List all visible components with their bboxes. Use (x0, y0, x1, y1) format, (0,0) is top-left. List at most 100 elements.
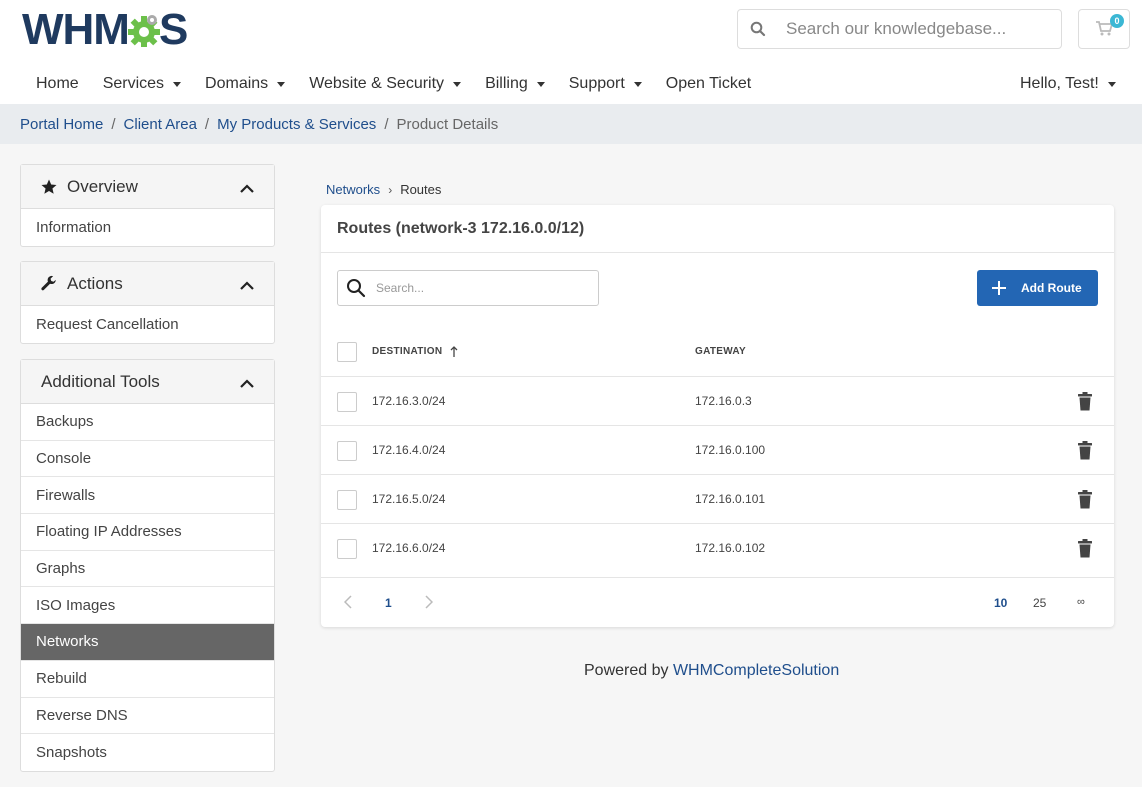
trash-icon[interactable] (1077, 539, 1093, 561)
routes-card: Routes (network-3 172.16.0.0/12) Add Rou… (321, 205, 1114, 627)
overview-panel-header[interactable]: Overview (21, 165, 274, 209)
sidebar-item-networks[interactable]: Networks (21, 624, 274, 661)
breadcrumb: Portal Home / Client Area / My Products … (20, 104, 498, 144)
chevron-up-icon[interactable] (240, 276, 254, 296)
sort-ascending-icon[interactable] (450, 346, 458, 357)
breadcrumb-separator: / (384, 115, 389, 133)
plus-icon (991, 280, 1007, 296)
user-greeting: Hello, Test! (1020, 75, 1099, 92)
row-checkbox[interactable] (337, 539, 357, 559)
caret-down-icon (173, 81, 182, 87)
chevron-left-icon[interactable] (343, 595, 352, 612)
sidebar-item-floating-ips[interactable]: Floating IP Addresses (21, 514, 274, 551)
knowledgebase-search (737, 9, 1062, 49)
logo-text-left: WHM (22, 5, 130, 54)
row-gateway: 172.16.0.100 (695, 443, 766, 457)
chevron-right-icon[interactable] (425, 595, 434, 612)
wrench-icon (39, 274, 59, 294)
breadcrumb-current: Product Details (396, 115, 499, 133)
row-destination: 172.16.5.0/24 (372, 492, 446, 506)
chevron-up-icon[interactable] (240, 374, 254, 394)
column-label: GATEWAY (695, 346, 746, 357)
row-checkbox[interactable] (337, 392, 357, 412)
table-row: 172.16.4.0/24 172.16.0.100 (321, 426, 1114, 475)
sidebar-item-request-cancellation[interactable]: Request Cancellation (21, 306, 274, 343)
actions-panel-header[interactable]: Actions (21, 262, 274, 306)
row-checkbox[interactable] (337, 441, 357, 461)
page-size-all[interactable]: ∞ (1077, 596, 1085, 608)
sidebar-item-firewalls[interactable]: Firewalls (21, 477, 274, 515)
sidebar-item-snapshots[interactable]: Snapshots (21, 734, 274, 771)
column-gateway[interactable]: GATEWAY (695, 346, 746, 357)
nav-domains[interactable]: Domains (193, 66, 297, 102)
user-menu[interactable]: Hello, Test! (1010, 66, 1126, 102)
sidebar-item-console[interactable]: Console (21, 441, 274, 478)
row-destination: 172.16.6.0/24 (372, 541, 446, 555)
sidebar-item-information[interactable]: Information (21, 209, 274, 246)
page-number-current[interactable]: 1 (385, 596, 392, 610)
trash-icon[interactable] (1077, 392, 1093, 414)
trash-icon[interactable] (1077, 441, 1093, 463)
cart-count-badge: 0 (1110, 14, 1124, 28)
nav-services[interactable]: Services (91, 66, 193, 102)
sidebar-item-graphs[interactable]: Graphs (21, 551, 274, 588)
column-destination[interactable]: DESTINATION (372, 346, 458, 357)
subcrumb-networks-link[interactable]: Networks (326, 182, 380, 197)
sidebar-item-reverse-dns[interactable]: Reverse DNS (21, 698, 274, 735)
breadcrumb-my-products[interactable]: My Products & Services (217, 116, 376, 133)
row-gateway: 172.16.0.3 (695, 394, 752, 408)
sidebar-item-iso-images[interactable]: ISO Images (21, 587, 274, 625)
nav-home[interactable]: Home (24, 66, 91, 102)
nav-label: Home (36, 75, 79, 92)
nav-label: Domains (205, 75, 269, 92)
nav-label: Billing (485, 75, 528, 92)
star-icon (39, 177, 59, 197)
breadcrumb-client-area[interactable]: Client Area (124, 116, 197, 133)
cart-button[interactable]: 0 (1078, 9, 1130, 49)
subcrumb-current: Routes (400, 182, 442, 197)
table-row: 172.16.5.0/24 172.16.0.101 (321, 475, 1114, 524)
gear-logo-icon (127, 13, 161, 48)
sidebar-item-backups[interactable]: Backups (21, 404, 274, 441)
footer: Powered by WHMCompleteSolution (584, 662, 839, 680)
nav-label: Services (102, 75, 165, 92)
whmcs-logo[interactable]: WHM S (22, 5, 188, 54)
caret-down-icon (633, 81, 642, 87)
row-destination: 172.16.4.0/24 (372, 443, 446, 457)
nav-website-security[interactable]: Website & Security (297, 66, 473, 102)
column-label: DESTINATION (372, 346, 443, 357)
row-checkbox[interactable] (337, 490, 357, 510)
footer-prefix: Powered by (584, 662, 673, 679)
table-row: 172.16.6.0/24 172.16.0.102 (321, 524, 1114, 578)
nav-label: Website & Security (309, 75, 445, 92)
additional-tools-title: Additional Tools (41, 371, 160, 391)
chevron-up-icon[interactable] (240, 179, 254, 199)
knowledgebase-search-input[interactable] (786, 19, 1056, 39)
footer-whmcs-link[interactable]: WHMCompleteSolution (673, 662, 839, 679)
additional-tools-panel-header[interactable]: Additional Tools (21, 360, 274, 404)
routes-search-input[interactable] (376, 281, 586, 295)
nav-label: Open Ticket (665, 75, 752, 92)
caret-down-icon (453, 81, 462, 87)
nav-open-ticket[interactable]: Open Ticket (654, 66, 763, 102)
additional-tools-panel: Additional Tools Backups Console Firewal… (20, 359, 275, 772)
overview-panel: Overview Information (20, 164, 275, 247)
page-size-25[interactable]: 25 (1033, 596, 1046, 610)
nav-billing[interactable]: Billing (473, 66, 557, 102)
breadcrumb-portal-home[interactable]: Portal Home (20, 116, 103, 133)
table-row: 172.16.3.0/24 172.16.0.3 (321, 377, 1114, 426)
row-gateway: 172.16.0.102 (695, 541, 766, 555)
select-all-checkbox[interactable] (337, 342, 357, 362)
nav-support[interactable]: Support (557, 66, 654, 102)
routes-search (337, 270, 599, 306)
sidebar-item-rebuild[interactable]: Rebuild (21, 661, 274, 698)
pagination: 1 10 25 ∞ (321, 578, 1114, 627)
add-route-button[interactable]: Add Route (977, 270, 1098, 306)
trash-icon[interactable] (1077, 490, 1093, 512)
card-title: Routes (network-3 172.16.0.0/12) (321, 205, 1114, 253)
add-route-label: Add Route (1021, 281, 1082, 295)
row-destination: 172.16.3.0/24 (372, 394, 446, 408)
page-size-10[interactable]: 10 (994, 596, 1007, 610)
search-icon (338, 271, 374, 305)
nav-label: Support (568, 75, 625, 92)
